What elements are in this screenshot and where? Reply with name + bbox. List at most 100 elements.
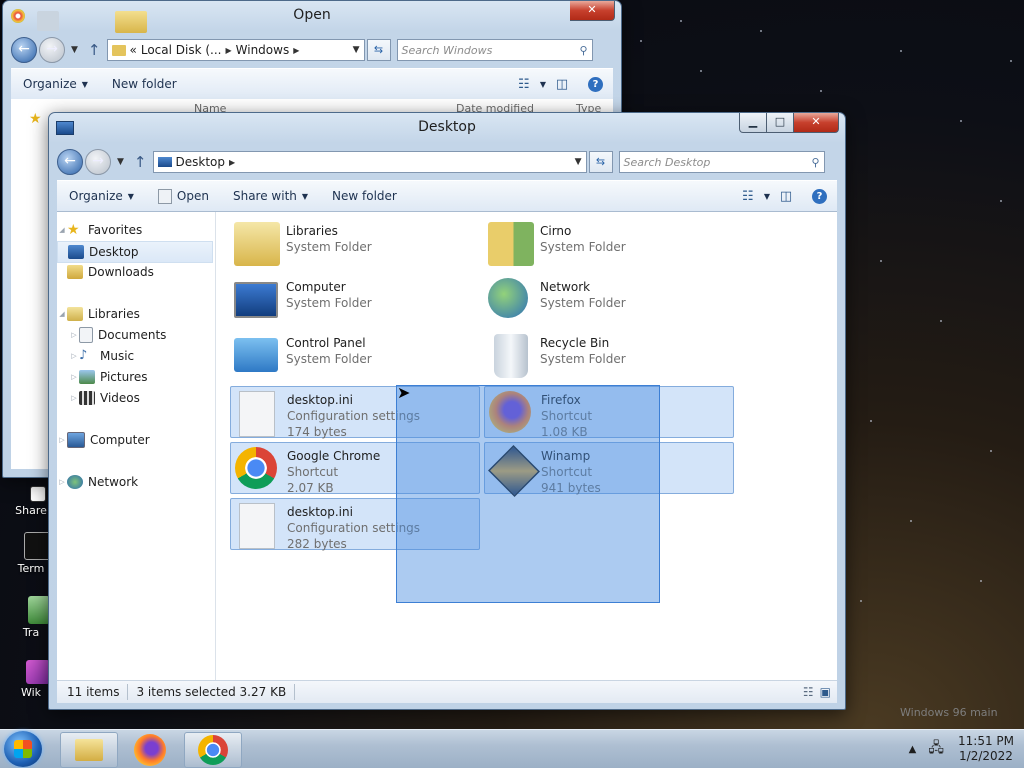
chevron-down-icon[interactable]: ▼ bbox=[575, 157, 582, 167]
expand-icon[interactable]: ▷ bbox=[69, 373, 79, 381]
downloads-folder-icon bbox=[67, 265, 83, 279]
network-status-icon[interactable]: 🖧 bbox=[928, 737, 944, 761]
refresh-button[interactable]: ⇆ bbox=[588, 151, 613, 173]
chevron-down-icon: ▼ bbox=[301, 191, 309, 201]
file-content-pane[interactable]: Libraries System Folder Cirno System Fol… bbox=[216, 212, 837, 681]
expand-icon[interactable]: ▷ bbox=[69, 394, 79, 402]
chrome-icon bbox=[11, 9, 25, 23]
up-arrow-icon[interactable]: ↑ bbox=[134, 153, 147, 171]
search-input[interactable]: Search Desktop ⚲ bbox=[618, 151, 825, 173]
pictures-icon bbox=[79, 370, 95, 384]
breadcrumb-segment[interactable]: Desktop bbox=[176, 155, 226, 169]
list-item[interactable]: Control Panel System Folder bbox=[230, 330, 478, 380]
chevron-right-icon[interactable]: ▶ bbox=[293, 46, 299, 55]
close-button[interactable]: ✕ bbox=[570, 1, 615, 21]
window-title: Open bbox=[293, 7, 331, 23]
windows-logo-icon bbox=[14, 740, 32, 758]
tiles-view-icon[interactable]: ▣ bbox=[820, 685, 831, 699]
nav-computer[interactable]: ▷ Computer bbox=[57, 430, 213, 450]
expand-icon[interactable]: ▷ bbox=[69, 331, 79, 339]
preview-pane-icon[interactable]: ◫ bbox=[552, 77, 572, 92]
chevron-down-icon: ▼ bbox=[81, 79, 88, 89]
new-folder-button[interactable]: New folder bbox=[100, 77, 189, 91]
expand-icon[interactable]: ▷ bbox=[57, 478, 67, 486]
address-bar[interactable]: Desktop ▶ ▼ bbox=[152, 151, 587, 173]
expand-icon[interactable]: ▷ bbox=[57, 436, 67, 444]
breadcrumb-segment[interactable]: Local Disk (... bbox=[141, 43, 222, 57]
list-item[interactable]: Network System Folder bbox=[484, 274, 732, 324]
history-dropdown-icon[interactable]: ▼ bbox=[117, 157, 124, 167]
chevron-down-icon[interactable]: ▼ bbox=[353, 45, 360, 55]
window-title: Desktop bbox=[418, 119, 476, 135]
forward-button[interactable]: → bbox=[85, 149, 111, 175]
music-icon: ♪ bbox=[79, 348, 88, 363]
nav-downloads[interactable]: Downloads bbox=[57, 262, 213, 282]
expand-icon[interactable]: ▷ bbox=[69, 352, 79, 360]
help-icon[interactable]: ? bbox=[812, 188, 827, 204]
show-hidden-icons-icon[interactable]: ▲ bbox=[909, 744, 917, 755]
nav-network[interactable]: ▷ Network bbox=[57, 472, 213, 492]
nav-videos[interactable]: ▷ Videos bbox=[57, 388, 213, 408]
desktop-icon bbox=[157, 157, 172, 167]
forward-button[interactable]: → bbox=[39, 37, 65, 63]
star-icon: ★ bbox=[67, 222, 80, 238]
trash-icon bbox=[28, 596, 50, 624]
chevron-right-icon[interactable]: ▶ bbox=[229, 158, 235, 167]
clock[interactable]: 11:51 PM 1/2/2022 bbox=[958, 734, 1014, 764]
network-icon bbox=[488, 278, 528, 318]
minimize-button[interactable]: ▁ bbox=[739, 113, 767, 133]
nav-pictures[interactable]: ▷ Pictures bbox=[57, 367, 213, 387]
search-input[interactable]: Search Windows ⚲ bbox=[396, 39, 593, 61]
list-item[interactable]: Computer System Folder bbox=[230, 274, 478, 324]
chevron-down-icon: ▼ bbox=[127, 191, 134, 201]
nav-libraries[interactable]: ◢ Libraries bbox=[57, 304, 213, 324]
back-button[interactable]: ← bbox=[57, 149, 83, 175]
details-view-icon[interactable]: ☷ bbox=[803, 685, 814, 699]
taskbar: ▲ 🖧 11:51 PM 1/2/2022 bbox=[0, 729, 1024, 768]
list-item[interactable]: Cirno System Folder bbox=[484, 218, 732, 268]
chevron-down-icon[interactable]: ▼ bbox=[540, 80, 546, 89]
taskbar-firefox-icon[interactable] bbox=[134, 734, 166, 766]
taskbar-chrome-button[interactable] bbox=[184, 732, 242, 768]
navigation-pane: ◢ ★ Favorites Desktop Downloads ◢ Librar… bbox=[57, 212, 216, 681]
taskbar-explorer-button[interactable] bbox=[60, 732, 118, 768]
item-count: 11 items bbox=[67, 685, 120, 699]
list-item[interactable]: Recycle Bin System Folder bbox=[484, 330, 732, 380]
view-options-icon[interactable]: ☷ bbox=[514, 77, 534, 92]
watermark: Windows 96 main bbox=[900, 706, 998, 719]
list-item[interactable]: Libraries System Folder bbox=[230, 218, 478, 268]
organize-button[interactable]: Organize ▼ bbox=[11, 77, 100, 91]
help-icon[interactable]: ? bbox=[588, 76, 603, 92]
maximize-button[interactable]: □ bbox=[767, 113, 794, 133]
up-arrow-icon[interactable]: ↑ bbox=[88, 41, 101, 59]
history-dropdown-icon[interactable]: ▼ bbox=[71, 45, 78, 55]
address-bar[interactable]: « Local Disk (... ▶ Windows ▶ ▼ bbox=[106, 39, 365, 61]
libraries-icon bbox=[67, 307, 83, 321]
open-button[interactable]: Open bbox=[146, 188, 221, 204]
collapse-icon[interactable]: ◢ bbox=[57, 226, 67, 234]
nav-music[interactable]: ▷ ♪ Music bbox=[57, 346, 213, 366]
nav-desktop[interactable]: Desktop bbox=[57, 241, 213, 263]
collapse-icon[interactable]: ◢ bbox=[57, 310, 67, 318]
chevron-right-icon[interactable]: ▶ bbox=[225, 46, 231, 55]
system-tray: ▲ 🖧 11:51 PM 1/2/2022 bbox=[909, 730, 1014, 768]
blank-icon bbox=[37, 11, 59, 31]
organize-button[interactable]: Organize ▼ bbox=[57, 189, 146, 203]
chevron-down-icon[interactable]: ▼ bbox=[764, 192, 770, 201]
breadcrumb-segment[interactable]: Windows bbox=[236, 43, 290, 57]
share-with-button[interactable]: Share with ▼ bbox=[221, 189, 320, 203]
close-button[interactable]: ✕ bbox=[794, 113, 839, 133]
back-button[interactable]: ← bbox=[11, 37, 37, 63]
control-panel-icon bbox=[234, 338, 278, 372]
desktop-explorer-window[interactable]: Desktop ▁ □ ✕ ← → ▼ ↑ Desktop ▶ ▼ ⇆ Sear… bbox=[48, 112, 846, 710]
refresh-button[interactable]: ⇆ bbox=[366, 39, 391, 61]
new-folder-button[interactable]: New folder bbox=[320, 189, 409, 203]
settings-file-icon bbox=[239, 391, 275, 437]
folder-icon bbox=[75, 739, 103, 761]
nav-favorites[interactable]: ◢ ★ Favorites bbox=[57, 220, 213, 240]
view-options-icon[interactable]: ☷ bbox=[738, 189, 758, 204]
nav-documents[interactable]: ▷ Documents bbox=[57, 325, 213, 345]
recycle-bin-icon bbox=[494, 334, 528, 378]
preview-pane-icon[interactable]: ◫ bbox=[776, 189, 796, 204]
start-button[interactable] bbox=[4, 731, 42, 767]
